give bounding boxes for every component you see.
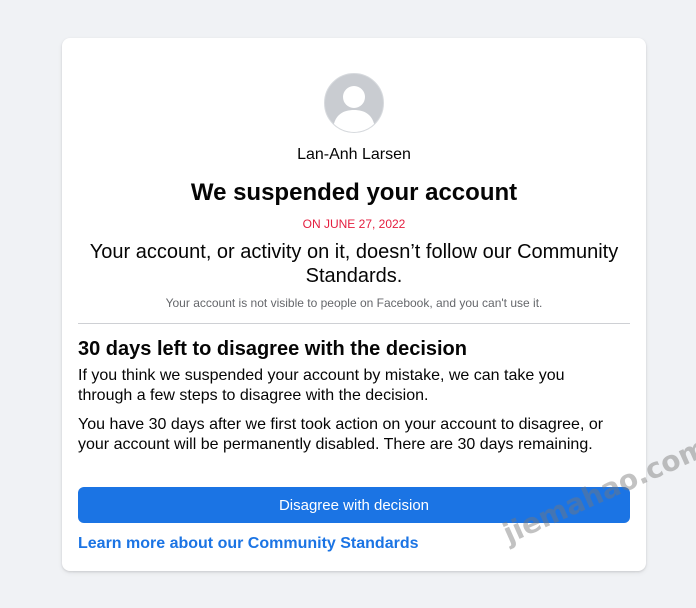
community-standards-link[interactable]: Learn more about our Community Standards [78,535,418,553]
suspension-card: Lan-Anh Larsen We suspended your account… [62,38,646,571]
appeal-paragraph-mistake: If you think we suspended your account b… [78,367,565,404]
suspension-reason: Your account, or activity on it, doesn’t… [89,241,619,287]
suspension-headline: We suspended your account [190,179,518,206]
default-user-avatar-icon [324,73,384,133]
appeal-title: 30 days left to disagree with the decisi… [78,338,467,360]
appeal-paragraph-deadline: You have 30 days after we first took act… [78,416,604,453]
section-divider [78,323,630,324]
account-user-name: Lan-Anh Larsen [297,146,411,163]
suspension-date: ON JUNE 27, 2022 [302,217,406,231]
visibility-note: Your account is not visible to people on… [165,296,543,310]
